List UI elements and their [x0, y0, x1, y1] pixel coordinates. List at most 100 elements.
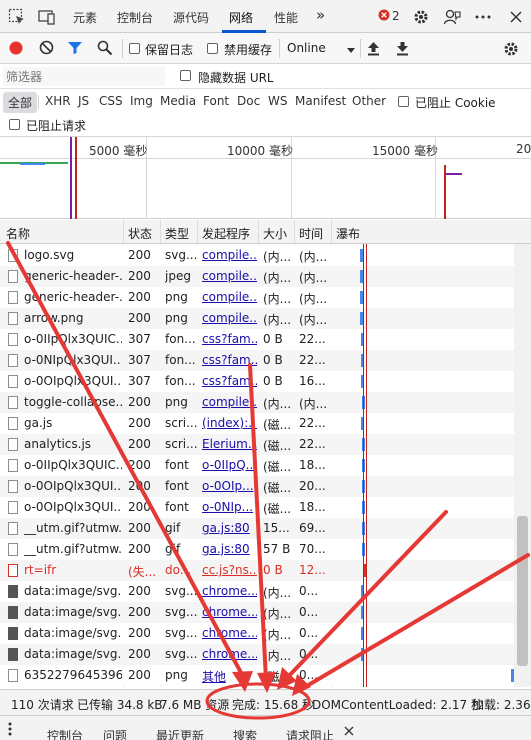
tab-console[interactable]: 控制台 — [117, 9, 153, 26]
scrollbar-thumb[interactable] — [517, 516, 528, 666]
request-initiator[interactable]: compile... — [202, 395, 257, 409]
feedback-icon[interactable] — [443, 8, 461, 26]
request-initiator[interactable]: cc.js?ns... — [202, 563, 257, 577]
timeline-overview[interactable]: 5000 毫秒 10000 毫秒 15000 毫秒 20 — [0, 137, 531, 219]
device-toolbar-icon[interactable] — [38, 8, 56, 26]
column-status[interactable]: 状态 — [128, 225, 152, 242]
close-icon[interactable] — [344, 725, 354, 739]
table-row[interactable]: generic-header-... 200 jpeg compile... (内...… — [0, 266, 514, 287]
column-type[interactable]: 类型 — [165, 225, 189, 242]
table-row[interactable]: toggle-collapse... 200 png compile... (内... (… — [0, 392, 514, 413]
more-tabs-button[interactable]: » — [316, 6, 325, 24]
filter-input[interactable] — [3, 67, 165, 86]
type-filter-img[interactable]: Img — [130, 94, 153, 108]
request-initiator[interactable]: o-0NIp... — [202, 500, 257, 514]
tab-elements[interactable]: 元素 — [73, 9, 97, 26]
column-time[interactable]: 时间 — [299, 225, 323, 242]
request-initiator[interactable]: o-0OIp... — [202, 479, 257, 493]
type-filter-font[interactable]: Font — [203, 94, 229, 108]
drawer-tab-issues[interactable]: 问题 — [103, 727, 127, 740]
gear-icon[interactable] — [502, 40, 520, 61]
request-initiator[interactable]: chrome... — [202, 626, 257, 640]
request-initiator[interactable]: o-0IIpQ... — [202, 458, 257, 472]
tab-network[interactable]: 网络 — [229, 9, 253, 26]
column-size[interactable]: 大小 — [263, 225, 287, 242]
type-filter-other[interactable]: Other — [352, 94, 386, 108]
request-initiator[interactable]: ga.js:80 — [202, 542, 257, 556]
request-initiator[interactable]: Elerium... — [202, 437, 257, 451]
error-count[interactable]: 2 — [392, 9, 400, 23]
table-row[interactable]: rt=ifr (失... do... cc.js?ns... 0 B 12... — [0, 560, 514, 581]
type-filter-all[interactable]: 全部 — [3, 92, 38, 113]
gear-icon[interactable] — [412, 8, 430, 26]
type-filter-media[interactable]: Media — [160, 94, 196, 108]
request-initiator[interactable]: compile... — [202, 269, 257, 283]
tab-sources[interactable]: 源代码 — [173, 9, 209, 26]
request-initiator[interactable]: (index):... — [202, 416, 257, 430]
column-name[interactable]: 名称 — [6, 225, 30, 242]
filter-icon[interactable] — [67, 40, 83, 58]
more-icon[interactable] — [8, 722, 12, 739]
column-initiator[interactable]: 发起程序 — [202, 225, 250, 242]
drawer-tab-request-blocking[interactable]: 请求阻止 — [286, 727, 334, 740]
error-icon[interactable] — [378, 9, 390, 21]
type-filter-ws[interactable]: WS — [268, 94, 287, 108]
more-options-icon[interactable] — [474, 8, 492, 26]
table-row[interactable]: 6352279645396... 200 png 其他 (磁... 0... — [0, 665, 514, 686]
request-initiator[interactable]: chrome... — [202, 605, 257, 619]
table-row[interactable]: generic-header-... 200 png compile... (内... (… — [0, 287, 514, 308]
type-filter-manifest[interactable]: Manifest — [295, 94, 346, 108]
request-initiator[interactable]: ga.js:80 — [202, 521, 257, 535]
table-row[interactable]: arrow.png 200 png compile... (内... (内... — [0, 308, 514, 329]
request-initiator[interactable]: compile... — [202, 248, 257, 262]
drawer-tab-search[interactable]: 搜索 — [233, 727, 257, 740]
request-initiator[interactable]: css?fam... — [202, 353, 257, 367]
table-row[interactable]: o-0OIpQlx3QUI... 200 font o-0NIp... (磁... 18.… — [0, 497, 514, 518]
type-filter-css[interactable]: CSS — [99, 94, 123, 108]
table-row[interactable]: o-0OIpQlx3QUI... 200 font o-0OIp... (磁... 20.… — [0, 476, 514, 497]
blocked-cookies-checkbox[interactable] — [398, 96, 409, 107]
table-row[interactable]: data:image/svg... 200 svg... chrome... (内...… — [0, 623, 514, 644]
table-row[interactable]: data:image/svg... 200 svg... chrome... (内...… — [0, 644, 514, 665]
request-initiator[interactable]: 其他 — [202, 668, 257, 685]
table-row[interactable]: __utm.gif?utmw... 200 gif ga.js:80 57 B 70... — [0, 539, 514, 560]
request-initiator[interactable]: compile... — [202, 311, 257, 325]
tab-performance[interactable]: 性能 — [274, 9, 298, 26]
hide-data-urls-checkbox[interactable] — [180, 70, 191, 81]
type-filter-doc[interactable]: Doc — [237, 94, 260, 108]
inspect-icon[interactable] — [8, 8, 26, 26]
close-icon[interactable] — [507, 8, 525, 26]
column-waterfall[interactable]: 瀑布 — [336, 225, 360, 242]
clear-icon[interactable] — [39, 40, 54, 58]
preserve-log-checkbox[interactable] — [129, 43, 140, 54]
type-filter-js[interactable]: JS — [78, 94, 89, 108]
download-icon[interactable] — [396, 41, 409, 59]
disable-cache-checkbox[interactable] — [207, 43, 218, 54]
blocked-requests-checkbox[interactable] — [9, 119, 20, 130]
vertical-scrollbar[interactable] — [514, 244, 531, 687]
chevron-down-icon[interactable] — [346, 44, 356, 58]
drawer-tab-whats-new[interactable]: 最近更新 — [156, 727, 204, 740]
request-status: 200 — [128, 521, 151, 535]
table-row[interactable]: o-0IIpQlx3QUIC... 307 fon... css?fam... 0 B 2… — [0, 329, 514, 350]
request-initiator[interactable]: css?fam... — [202, 332, 257, 346]
search-icon[interactable] — [97, 40, 113, 59]
table-row[interactable]: analytics.js 200 scri... Elerium... (磁... 22.… — [0, 434, 514, 455]
table-row[interactable]: o-0IIpQlx3QUIC... 200 font o-0IIpQ... (磁... 1… — [0, 455, 514, 476]
request-initiator[interactable]: chrome... — [202, 647, 257, 661]
request-initiator[interactable]: css?fam... — [202, 374, 257, 388]
upload-icon[interactable] — [367, 41, 380, 59]
table-row[interactable]: __utm.gif?utmw... 200 gif ga.js:80 15... 69..… — [0, 518, 514, 539]
request-initiator[interactable]: chrome... — [202, 584, 257, 598]
request-initiator[interactable]: compile... — [202, 290, 257, 304]
table-row[interactable]: data:image/svg... 200 svg... chrome... (内...… — [0, 602, 514, 623]
table-row[interactable]: o-0NIpQlx3QUI... 307 fon... css?fam... 0 B 22… — [0, 350, 514, 371]
drawer-tab-console[interactable]: 控制台 — [47, 727, 83, 740]
table-row[interactable]: data:image/svg... 200 svg... chrome... (内...… — [0, 581, 514, 602]
table-row[interactable]: o-0OIpQlx3QUI... 307 fon... css?fam... 0 B 16… — [0, 371, 514, 392]
record-icon[interactable] — [9, 41, 23, 58]
throttling-select[interactable]: Online — [287, 41, 326, 55]
table-row[interactable]: ga.js 200 scri... (index):... (磁... 22... — [0, 413, 514, 434]
table-row[interactable]: logo.svg 200 svg... compile... (内... (内... — [0, 245, 514, 266]
type-filter-xhr[interactable]: XHR — [45, 94, 71, 108]
